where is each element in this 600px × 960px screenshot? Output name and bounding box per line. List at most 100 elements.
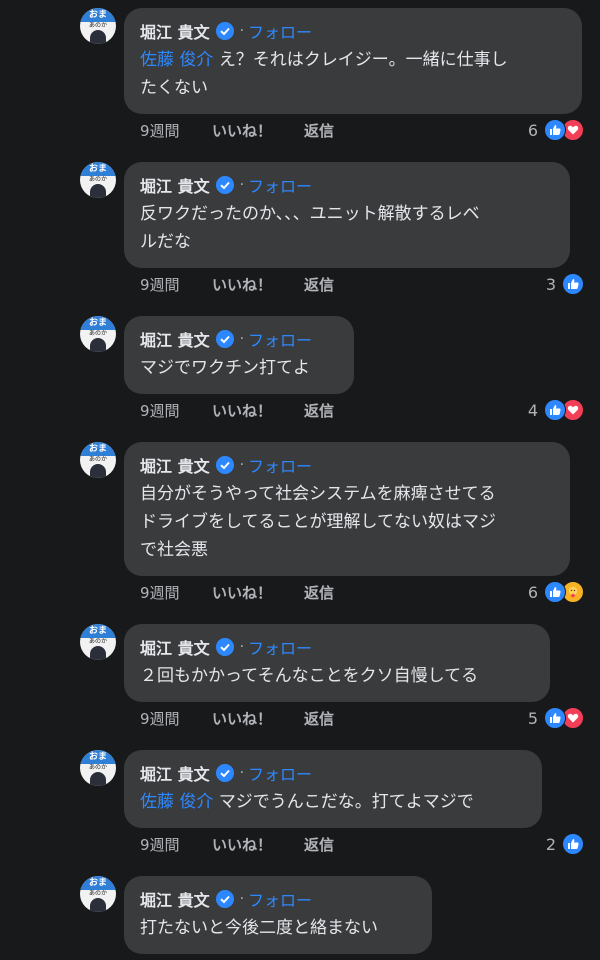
- like-button[interactable]: いいね！: [212, 400, 304, 421]
- avatar[interactable]: おま あのか: [80, 316, 116, 352]
- like-button[interactable]: いいね！: [212, 274, 304, 295]
- timestamp[interactable]: 9週間: [140, 400, 212, 421]
- comment-bubble: 堀江 貴文 · フォロー 反ワクだったのか、、、ユニット解散するレベ ルだな: [124, 162, 570, 268]
- comment-header: 堀江 貴文 · フォロー: [140, 326, 340, 352]
- comment-bubble: 堀江 貴文 · フォロー ２回もかかってそんなことをクソ自慢してる: [124, 624, 550, 702]
- avatar-sub-text: あのか: [88, 638, 107, 645]
- reply-button[interactable]: 返信: [304, 708, 334, 729]
- reply-button[interactable]: 返信: [304, 400, 334, 421]
- avatar[interactable]: おま あのか: [80, 162, 116, 198]
- like-icon: [544, 581, 566, 603]
- follow-link[interactable]: フォロー: [248, 19, 312, 43]
- comment-bubble: 堀江 貴文 · フォロー 打たないと今後二度と絡まない: [124, 876, 432, 954]
- avatar[interactable]: おま あのか: [80, 876, 116, 912]
- timestamp[interactable]: 9週間: [140, 708, 212, 729]
- follow-link[interactable]: フォロー: [248, 761, 312, 785]
- reactions-summary[interactable]: 6: [528, 580, 584, 604]
- avatar-person: [90, 30, 106, 44]
- avatar-badge-text: おま: [80, 316, 116, 330]
- author-name[interactable]: 堀江 貴文: [140, 761, 210, 785]
- avatar-person: [90, 898, 106, 912]
- separator-dot: ·: [239, 765, 245, 781]
- follow-link[interactable]: フォロー: [248, 635, 312, 659]
- separator-dot: ·: [239, 457, 245, 473]
- separator-dot: ·: [239, 23, 245, 39]
- reactions-summary[interactable]: 2: [546, 832, 584, 856]
- avatar-badge-text: おま: [80, 442, 116, 456]
- avatar-sub-text: あのか: [88, 176, 107, 183]
- verified-badge-icon: [215, 764, 234, 782]
- follow-link[interactable]: フォロー: [248, 173, 312, 197]
- comment-text-line: で社会悪: [140, 540, 208, 560]
- separator-dot: ·: [239, 639, 245, 655]
- follow-link[interactable]: フォロー: [248, 453, 312, 477]
- timestamp[interactable]: 9週間: [140, 274, 212, 295]
- avatar-person: [90, 772, 106, 786]
- like-icon: [544, 399, 566, 421]
- avatar-badge-text: おま: [80, 876, 116, 890]
- avatar[interactable]: おま あのか: [80, 750, 116, 786]
- reactions-summary[interactable]: 4: [528, 398, 584, 422]
- comment-actions: 9週間 いいね！ 返信: [140, 118, 334, 142]
- reply-button[interactable]: 返信: [304, 274, 334, 295]
- follow-link[interactable]: フォロー: [248, 327, 312, 351]
- separator-dot: ·: [239, 891, 245, 907]
- avatar-person: [90, 646, 106, 660]
- avatar-sub-text: あのか: [88, 22, 107, 29]
- comment-text-line: 打たないと今後二度と絡まない: [140, 918, 378, 938]
- verified-badge-icon: [215, 456, 234, 474]
- comment-bubble: 堀江 貴文 · フォロー マジでワクチン打てよ: [124, 316, 354, 394]
- avatar[interactable]: おま あのか: [80, 8, 116, 44]
- verified-badge-icon: [215, 330, 234, 348]
- comment-text: マジでワクチン打てよ: [140, 354, 340, 382]
- like-button[interactable]: いいね！: [212, 708, 304, 729]
- author-name[interactable]: 堀江 貴文: [140, 19, 210, 43]
- like-icon: [562, 273, 584, 295]
- comment-header: 堀江 貴文 · フォロー: [140, 18, 568, 44]
- reply-button[interactable]: 返信: [304, 120, 334, 141]
- verified-badge-icon: [215, 638, 234, 656]
- avatar-badge-text: おま: [80, 750, 116, 764]
- author-name[interactable]: 堀江 貴文: [140, 327, 210, 351]
- reply-button[interactable]: 返信: [304, 582, 334, 603]
- timestamp[interactable]: 9週間: [140, 834, 212, 855]
- avatar-badge-text: おま: [80, 162, 116, 176]
- like-button[interactable]: いいね！: [212, 582, 304, 603]
- author-name[interactable]: 堀江 貴文: [140, 173, 210, 197]
- verified-badge-icon: [215, 22, 234, 40]
- comment-text-line: ２回もかかってそんなことをクソ自慢してる: [140, 666, 479, 686]
- comment-header: 堀江 貴文 · フォロー: [140, 634, 536, 660]
- comment-text-line: ドライブをしてることが理解してない奴はマジ: [140, 512, 496, 532]
- follow-link[interactable]: フォロー: [248, 887, 312, 911]
- mention-link[interactable]: 佐藤 俊介: [140, 792, 213, 812]
- comment-text-line: 反ワクだったのか、、、ユニット解散するレベ: [140, 204, 480, 224]
- comment-bubble: 堀江 貴文 · フォロー 佐藤 俊介 え？それはクレイジー。一緒に仕事し たくな…: [124, 8, 582, 114]
- avatar[interactable]: おま あのか: [80, 442, 116, 478]
- comment-header: 堀江 貴文 · フォロー: [140, 452, 556, 478]
- avatar[interactable]: おま あのか: [80, 624, 116, 660]
- reactions-summary[interactable]: 3: [546, 272, 584, 296]
- author-name[interactable]: 堀江 貴文: [140, 887, 210, 911]
- mention-link[interactable]: 佐藤 俊介: [140, 50, 213, 70]
- comment-text-line: ルだな: [140, 232, 191, 252]
- reactions-summary[interactable]: 6: [528, 118, 584, 142]
- comment-text-line: マジでうんこだな。打てよマジで: [218, 792, 474, 812]
- like-icon: [562, 833, 584, 855]
- avatar-person: [90, 184, 106, 198]
- timestamp[interactable]: 9週間: [140, 120, 212, 141]
- like-icon: [544, 119, 566, 141]
- author-name[interactable]: 堀江 貴文: [140, 453, 210, 477]
- comment-text: 打たないと今後二度と絡まない: [140, 914, 418, 942]
- reply-button[interactable]: 返信: [304, 834, 334, 855]
- comment-text-line: たくない: [140, 78, 208, 98]
- like-button[interactable]: いいね！: [212, 120, 304, 141]
- reaction-count: 6: [527, 582, 538, 602]
- like-button[interactable]: いいね！: [212, 834, 304, 855]
- verified-badge-icon: [215, 176, 234, 194]
- author-name[interactable]: 堀江 貴文: [140, 635, 210, 659]
- comment-bubble: 堀江 貴文 · フォロー 自分がそうやって社会システムを麻痺させてる ドライブを…: [124, 442, 570, 576]
- reactions-summary[interactable]: 5: [528, 706, 584, 730]
- reaction-count: 3: [545, 274, 556, 294]
- timestamp[interactable]: 9週間: [140, 582, 212, 603]
- comment-text-line: 自分がそうやって社会システムを麻痺させてる: [140, 484, 496, 504]
